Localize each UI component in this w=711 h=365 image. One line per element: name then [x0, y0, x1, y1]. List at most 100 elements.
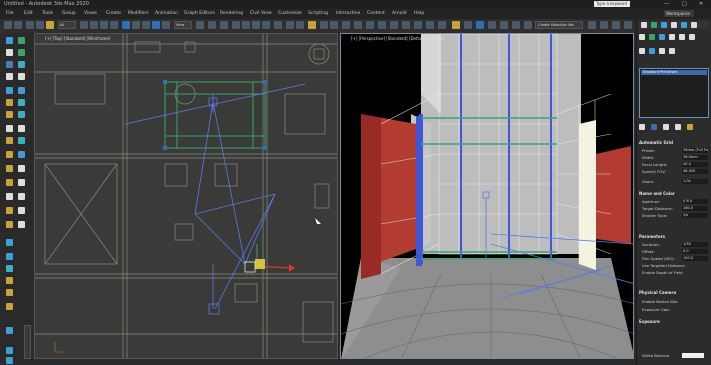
project-folder-icon[interactable]: [464, 21, 472, 29]
param-value-film-speed[interactable]: 100.0: [682, 256, 708, 261]
link-icon[interactable]: [26, 21, 34, 29]
menu-arnold[interactable]: Arnold: [392, 11, 407, 16]
menu-animation[interactable]: Animation: [155, 11, 178, 16]
lights-category-icon[interactable]: [659, 34, 665, 40]
top-viewport[interactable]: [+] [Top] [Standard] [Wireframe]: [34, 33, 338, 359]
select-by-name-icon[interactable]: [90, 21, 98, 29]
vray-plane-icon[interactable]: [6, 289, 13, 296]
systems-icon[interactable]: [6, 111, 13, 118]
select-object-icon[interactable]: [80, 21, 88, 29]
toggle-layer-explorer-icon[interactable]: [320, 21, 328, 29]
minimize-icon[interactable]: —: [664, 1, 669, 7]
folder-icon[interactable]: [452, 21, 460, 29]
render-setup-icon[interactable]: [378, 21, 386, 29]
space-warps-category-icon[interactable]: [689, 34, 695, 40]
create-icon[interactable]: [6, 37, 13, 44]
sun-icon[interactable]: [6, 221, 13, 228]
motion-icon[interactable]: [18, 49, 25, 56]
teapot-icon[interactable]: [6, 137, 13, 144]
cone-icon[interactable]: [18, 125, 25, 132]
param-value-offset[interactable]: 0.0: [682, 249, 708, 254]
cameras-category-icon[interactable]: [669, 34, 675, 40]
curve-editor-icon[interactable]: [342, 21, 350, 29]
vray-physical-camera-icon[interactable]: [6, 253, 13, 260]
white-balance-swatch[interactable]: [682, 353, 704, 358]
window-crossing-icon[interactable]: [110, 21, 118, 29]
redo-icon[interactable]: [14, 21, 22, 29]
rollout-header-physical-camera[interactable]: Physical Camera: [639, 290, 676, 295]
top-viewport-label[interactable]: [+] [Top] [Standard] [Wireframe]: [45, 36, 110, 41]
unlink-icon[interactable]: [36, 21, 44, 29]
viewport-layout-icon[interactable]: [600, 21, 608, 29]
render-production-icon[interactable]: [402, 21, 410, 29]
perspective-viewport-label[interactable]: [+] [Perspective] [Standard] [Default Sh…: [351, 36, 444, 41]
param-value-width[interactable]: 36.0mm: [682, 155, 708, 160]
utilities-icon[interactable]: [18, 61, 25, 68]
menu-civil-view[interactable]: Civil View: [250, 11, 272, 16]
mirror-icon[interactable]: [286, 21, 294, 29]
toggle-scene-explorer-icon[interactable]: [308, 21, 316, 29]
object-type-list[interactable]: Standard Primitives: [639, 68, 709, 118]
make-unique-icon[interactable]: [659, 48, 665, 54]
instance-icon[interactable]: [651, 124, 657, 130]
arc-icon[interactable]: [18, 193, 25, 200]
circle-icon[interactable]: [6, 193, 13, 200]
select-and-place-icon[interactable]: [152, 21, 160, 29]
rollout-header-exposure[interactable]: Exposure: [639, 319, 660, 324]
menu-edit[interactable]: Edit: [24, 11, 33, 16]
modify-icon[interactable]: [18, 37, 25, 44]
spinner-snap-icon[interactable]: [262, 21, 270, 29]
helpers-icon[interactable]: [6, 99, 13, 106]
delete-icon[interactable]: [675, 124, 681, 130]
light-bulb-icon[interactable]: [6, 207, 13, 214]
edit-named-sets-icon[interactable]: [274, 21, 282, 29]
menu-graph-editors[interactable]: Graph Editors: [184, 11, 215, 16]
undo-icon[interactable]: [4, 21, 12, 29]
cameras-icon[interactable]: [18, 87, 25, 94]
keyboard-shortcut-icon[interactable]: [220, 21, 228, 29]
vray-proxy-icon[interactable]: [6, 265, 13, 272]
box-icon[interactable]: [6, 125, 13, 132]
hierarchy-icon[interactable]: [6, 49, 13, 56]
configure-icon[interactable]: [687, 124, 693, 130]
menu-modifiers[interactable]: Modifiers: [128, 11, 149, 16]
material-editor-icon[interactable]: [366, 21, 374, 29]
display-tab-icon[interactable]: [681, 22, 687, 28]
menu-content[interactable]: Content: [367, 11, 385, 16]
tube-icon[interactable]: [6, 165, 13, 172]
space-warps-icon[interactable]: [18, 99, 25, 106]
viewport-config-icon[interactable]: [6, 327, 13, 334]
angle-snap-icon[interactable]: [242, 21, 250, 29]
unique-icon[interactable]: [663, 124, 669, 130]
spotlight-icon[interactable]: [18, 207, 25, 214]
rollout-header-automatic-grid[interactable]: Automatic Grid: [639, 140, 673, 145]
settings-icon[interactable]: [612, 21, 620, 29]
pivot-center-icon[interactable]: [196, 21, 204, 29]
utilities-tab-icon[interactable]: [691, 22, 697, 28]
menu-interactive[interactable]: Interactive: [336, 11, 360, 16]
checkbox-use-targeted-distance[interactable]: Use Targeted Distance: [642, 263, 685, 268]
plane-icon[interactable]: [6, 151, 13, 158]
shapes-category-icon[interactable]: [649, 34, 655, 40]
arrow-icon[interactable]: [476, 21, 484, 29]
menu-scripting[interactable]: Scripting: [308, 11, 328, 16]
cylinder-icon[interactable]: [18, 151, 25, 158]
motion-tab-icon[interactable]: [671, 22, 677, 28]
geosphere-icon[interactable]: [6, 179, 13, 186]
render-iterative-icon[interactable]: [414, 21, 422, 29]
geometry-category-icon[interactable]: [639, 34, 645, 40]
param-value-specify-fov[interactable]: 48.455: [682, 169, 708, 174]
menu-tools[interactable]: Tools: [42, 11, 53, 16]
vray-frame-buffer-icon[interactable]: [524, 21, 532, 29]
align-icon[interactable]: [296, 21, 304, 29]
selection-filter-dropdown[interactable]: All: [58, 21, 76, 29]
param-value-aperture[interactable]: f/ 8.0: [682, 199, 708, 204]
menu-group[interactable]: Group: [62, 11, 76, 16]
close-icon[interactable]: ✕: [699, 1, 703, 7]
select-and-scale-icon[interactable]: [142, 21, 150, 29]
shapes-icon[interactable]: [18, 73, 25, 80]
display-icon[interactable]: [6, 61, 13, 68]
torus-icon[interactable]: [18, 137, 25, 144]
vray-light-icon[interactable]: [6, 239, 13, 246]
scroll-bar[interactable]: [24, 325, 31, 359]
